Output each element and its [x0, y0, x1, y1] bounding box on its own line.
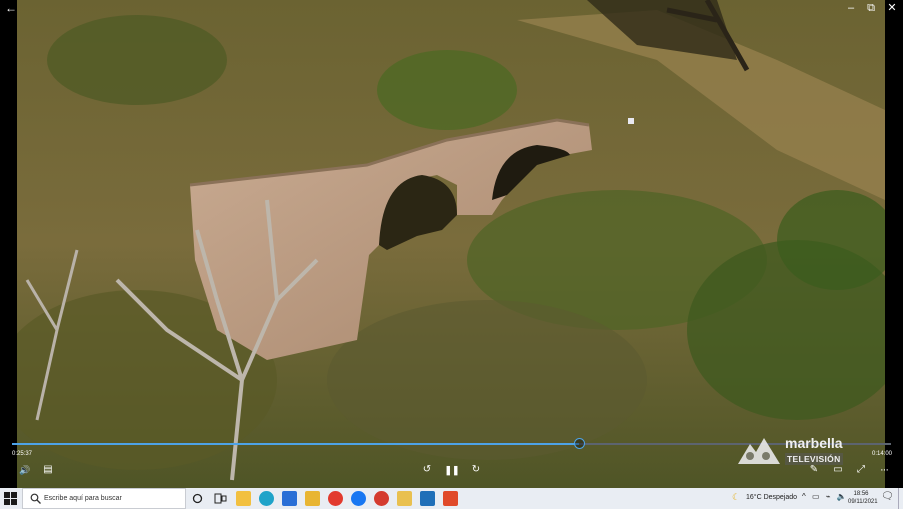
pause-icon: ❚❚: [444, 465, 460, 475]
facebook-icon: [351, 491, 366, 506]
mail-icon: [282, 491, 297, 506]
taskbar-app-mail[interactable]: [282, 491, 297, 506]
video-scene: [17, 0, 885, 488]
minimize-icon: –: [847, 2, 855, 14]
minimize-button[interactable]: –: [840, 0, 862, 16]
app-blue-icon: [420, 491, 435, 506]
files-icon: [397, 491, 412, 506]
captions-button[interactable]: ▤: [40, 463, 56, 477]
weather-moon-icon: ☾: [732, 492, 741, 502]
time-elapsed: 0:25:37: [12, 451, 33, 457]
more-options-icon: ···: [880, 464, 889, 476]
taskbar-app-files[interactable]: [397, 491, 412, 506]
back-arrow-icon: ←: [5, 1, 17, 15]
tray-system-icons[interactable]: ^ ▭ ⌁ 🔈: [802, 492, 849, 501]
taskbar-app-facebook[interactable]: [351, 491, 366, 506]
play-pause-button[interactable]: ❚❚: [444, 463, 460, 477]
close-icon: ✕: [887, 2, 897, 14]
file-explorer-icon: [236, 491, 251, 506]
taskbar-app-edge[interactable]: [259, 491, 274, 506]
show-desktop-button[interactable]: [898, 488, 903, 509]
taskbar-app-file-explorer[interactable]: [236, 491, 251, 506]
tray-weather[interactable]: 16°C Despejado: [746, 494, 797, 501]
cortana-icon[interactable]: [190, 491, 205, 506]
media-player-window: ← – ⧉ ✕ 0:25:37 0:14:00 🔊 ▤ ↺ ❚❚ ↻ ✎ ▭ ⤢…: [0, 0, 903, 488]
rewind-10-icon: ↺: [422, 464, 432, 475]
forward-button[interactable]: ↻: [468, 463, 484, 477]
captions-icon: ▤: [43, 464, 53, 475]
seek-bar-thumb[interactable]: [573, 438, 585, 449]
chrome-icon: [328, 491, 343, 506]
search-icon: [30, 493, 41, 504]
more-options-button[interactable]: ···: [876, 463, 892, 477]
taskbar-app-chrome[interactable]: [328, 491, 343, 506]
tray-clock[interactable]: 18:56 09/11/2021: [848, 490, 878, 506]
watermark-subtitle: TELEVISIÓN: [785, 453, 843, 465]
task-view-icon[interactable]: [213, 491, 228, 506]
marbella-logo-icon: [738, 438, 780, 464]
close-button[interactable]: ✕: [881, 0, 903, 16]
video-frame[interactable]: [17, 0, 885, 488]
taskbar-search-box[interactable]: Escribe aquí para buscar: [22, 488, 186, 509]
channel-watermark: marbella TELEVISIÓN: [738, 434, 856, 470]
volume-icon: 🔊: [19, 465, 31, 475]
taskbar-app-app-blue[interactable]: [420, 491, 435, 506]
back-button[interactable]: ←: [2, 0, 20, 16]
taskbar-app-app-red[interactable]: [443, 491, 458, 506]
forward-30-icon: ↻: [471, 464, 481, 475]
taskbar-app-chrome-alt[interactable]: [374, 491, 389, 506]
maximize-button[interactable]: ⧉: [860, 0, 882, 16]
chrome-alt-icon: [374, 491, 389, 506]
clock-time: 18:56: [853, 491, 869, 497]
windows-start-icon[interactable]: [4, 492, 17, 505]
app-red-icon: [443, 491, 458, 506]
rewind-button[interactable]: ↺: [419, 463, 435, 477]
watermark-name: marbella: [785, 435, 843, 451]
time-remaining: 0:14:00: [872, 451, 893, 457]
screen: ← – ⧉ ✕ 0:25:37 0:14:00 🔊 ▤ ↺ ❚❚ ↻ ✎ ▭ ⤢…: [0, 0, 903, 509]
taskbar-app-folder[interactable]: [305, 491, 320, 506]
search-placeholder: Escribe aquí para buscar: [44, 495, 122, 502]
fullscreen-icon: ⤢: [857, 464, 865, 475]
edge-icon: [259, 491, 274, 506]
clock-date: 09/11/2021: [848, 499, 878, 505]
seek-bar-progress: [12, 443, 579, 445]
restore-icon: ⧉: [867, 2, 875, 14]
folder-icon: [305, 491, 320, 506]
taskbar: Escribe aquí para buscar ☾ 16°C Despejad…: [0, 488, 903, 509]
notifications-icon[interactable]: 🗨: [881, 491, 894, 502]
volume-button[interactable]: 🔊: [17, 463, 33, 477]
